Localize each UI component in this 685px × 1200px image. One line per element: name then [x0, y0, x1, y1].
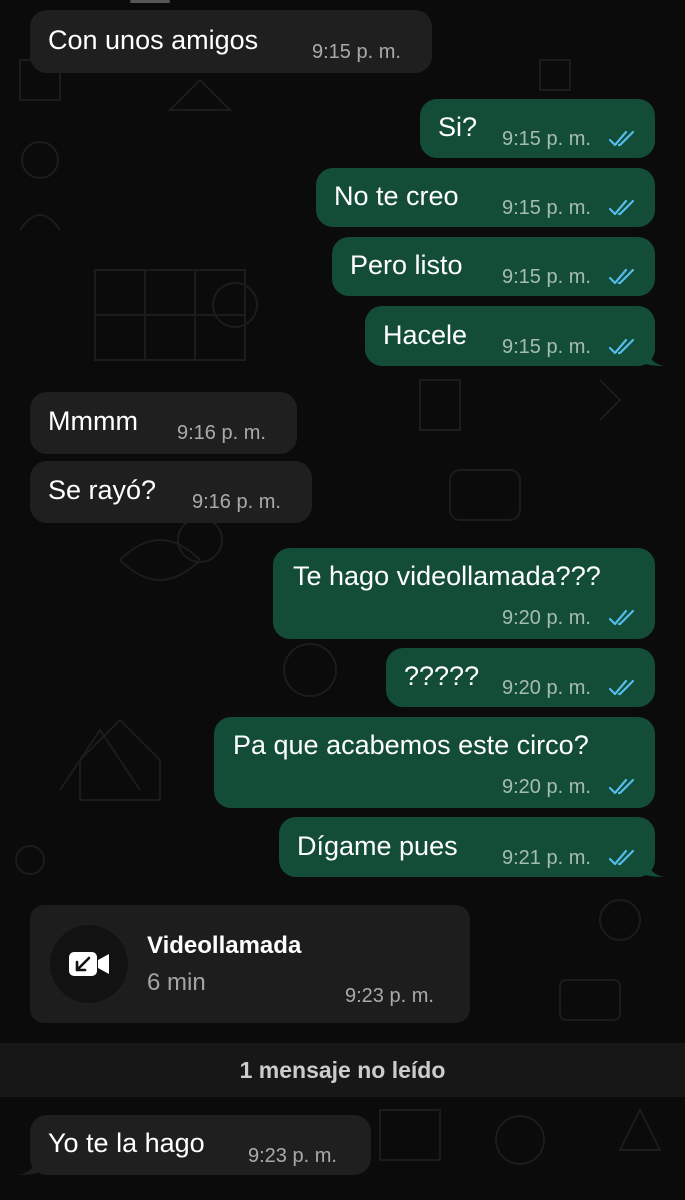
message-text: ?????	[404, 661, 480, 691]
message-time: 9:21 p. m.	[502, 847, 591, 869]
read-double-check-icon	[608, 849, 635, 866]
message-time: 9:15 p. m.	[502, 197, 591, 219]
message-incoming[interactable]: Se rayó? 9:16 p. m.	[30, 461, 312, 523]
message-time: 9:16 p. m.	[177, 422, 266, 444]
video-call-duration: 6 min	[147, 969, 206, 996]
bubble-tail	[18, 1155, 38, 1175]
message-outgoing[interactable]: Pa que acabemos este circo? 9:20 p. m.	[214, 717, 655, 808]
message-time: 9:15 p. m.	[502, 128, 591, 150]
video-call-card[interactable]: Videollamada 6 min 9:23 p. m.	[30, 905, 470, 1023]
message-text: Yo te la hago	[48, 1128, 205, 1158]
incoming-video-call-icon	[69, 952, 109, 976]
message-outgoing[interactable]: Dígame pues 9:21 p. m.	[279, 817, 655, 877]
message-outgoing[interactable]: Si? 9:15 p. m.	[420, 99, 655, 158]
bubble-tail	[645, 857, 665, 877]
message-incoming[interactable]: Con unos amigos 9:15 p. m.	[30, 10, 432, 73]
unread-messages-divider: 1 mensaje no leído	[0, 1043, 685, 1097]
message-outgoing[interactable]: Te hago videollamada??? 9:20 p. m.	[273, 548, 655, 639]
message-text: Si?	[438, 112, 478, 142]
message-time: 9:20 p. m.	[502, 677, 591, 699]
message-outgoing[interactable]: No te creo 9:15 p. m.	[316, 168, 655, 227]
read-double-check-icon	[608, 199, 635, 216]
message-outgoing[interactable]: Hacele 9:15 p. m.	[365, 306, 655, 366]
bubble-tail	[645, 346, 665, 366]
read-double-check-icon	[608, 130, 635, 147]
message-outgoing[interactable]: Pero listo 9:15 p. m.	[332, 237, 655, 296]
message-time: 9:16 p. m.	[192, 491, 281, 513]
message-time: 9:15 p. m.	[502, 336, 591, 358]
unread-label: 1 mensaje no leído	[239, 1057, 446, 1083]
message-text: Pa que acabemos este circo?	[233, 730, 589, 760]
status-bar-indicator	[0, 0, 685, 4]
video-call-time: 9:23 p. m.	[345, 985, 434, 1007]
message-text: Con unos amigos	[48, 25, 259, 55]
video-call-icon-circle	[50, 925, 128, 1003]
message-time: 9:23 p. m.	[248, 1145, 337, 1167]
video-call-title: Videollamada	[147, 932, 302, 959]
message-text: Mmmm	[48, 406, 138, 436]
message-time: 9:20 p. m.	[502, 607, 591, 629]
read-double-check-icon	[608, 268, 635, 285]
message-text: Dígame pues	[297, 831, 458, 861]
message-time: 9:20 p. m.	[502, 776, 591, 798]
message-time: 9:15 p. m.	[502, 266, 591, 288]
read-double-check-icon	[608, 609, 635, 626]
message-text: No te creo	[334, 181, 459, 211]
message-text: Se rayó?	[48, 475, 157, 505]
read-double-check-icon	[608, 338, 635, 355]
message-text: Hacele	[383, 320, 468, 350]
message-text: Te hago videollamada???	[293, 561, 601, 591]
message-outgoing[interactable]: ????? 9:20 p. m.	[386, 648, 655, 707]
message-incoming[interactable]: Mmmm 9:16 p. m.	[30, 392, 297, 454]
message-text: Pero listo	[350, 250, 463, 280]
message-incoming[interactable]: Yo te la hago 9:23 p. m.	[30, 1115, 371, 1175]
read-double-check-icon	[608, 679, 635, 696]
read-double-check-icon	[608, 778, 635, 795]
message-time: 9:15 p. m.	[312, 41, 401, 63]
